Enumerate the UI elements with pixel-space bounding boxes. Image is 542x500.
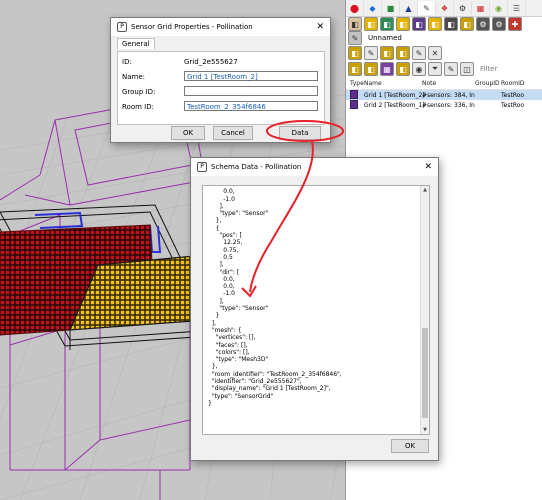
column-header[interactable]: RoomID (501, 80, 539, 87)
room-id-label: Room ID: (122, 103, 154, 111)
plugin-icon[interactable]: ✚ (508, 17, 522, 31)
delete-icon[interactable]: ✕ (428, 46, 442, 60)
column-header[interactable]: GroupID (475, 80, 501, 87)
close-icon[interactable]: ✕ (316, 22, 324, 32)
dialog-title: Schema Data - Pollination (211, 163, 302, 171)
cube-icon[interactable]: ◧ (380, 17, 394, 31)
help-icon[interactable]: ⚙ (454, 1, 472, 15)
funnel-icon[interactable]: ⏷ (428, 62, 442, 76)
tab-general[interactable]: General (117, 38, 155, 49)
id-label: ID: (122, 58, 132, 66)
table-header: Type Name Note GroupID RoomID (346, 78, 542, 90)
group-id-field[interactable] (184, 86, 318, 96)
cube-icon[interactable]: ◧ (396, 46, 410, 60)
cube-icon[interactable]: ◧ (396, 17, 410, 31)
plugin-icon[interactable]: ◉ (490, 1, 508, 15)
row-name: Grid 2 [TestRoom_1] (364, 101, 425, 109)
column-header[interactable]: Type (346, 80, 364, 87)
table-row[interactable]: Grid 1 [TestRoom_2] #sensors: 384, Incl.… (346, 90, 542, 100)
dialog-titlebar[interactable]: P Sensor Grid Properties - Pollination ✕ (111, 18, 330, 36)
edit-icon[interactable]: ✎ (412, 46, 426, 60)
ok-button[interactable]: OK (391, 439, 429, 453)
name-field[interactable]: Grid 1 [TestRoom_2] (184, 71, 318, 81)
properties-icon[interactable]: ■ (382, 1, 400, 15)
general-pane: ID: Grid_2e555627 Name: Grid 1 [TestRoom… (117, 51, 325, 125)
model-name-row: ✎ Unnamed (346, 31, 542, 45)
vertical-scrollbar[interactable]: ▲ ▼ (420, 186, 429, 434)
grid-icon[interactable]: ▦ (380, 62, 394, 76)
cube-icon[interactable]: ◧ (348, 17, 362, 31)
eye-icon[interactable]: ◉ (412, 62, 426, 76)
rhino-icon[interactable]: ⬤ (346, 1, 364, 15)
table-row[interactable]: Grid 2 [TestRoom_1] #sensors: 336, Incl.… (346, 100, 542, 110)
pollination-icon: P (117, 22, 127, 32)
panel-tab-strip: ⬤ ◆ ■ ▲ ✎ ❖ ⚙ ▦ ◉ ☰ (346, 0, 542, 17)
tools-icon[interactable]: ✎ (418, 1, 436, 15)
cube-icon[interactable]: ◧ (380, 46, 394, 60)
column-header[interactable]: Name (364, 80, 422, 87)
gear-icon[interactable]: ⚙ (476, 17, 490, 31)
row-room: TestRoo (501, 101, 525, 109)
display-icon[interactable]: ▲ (400, 1, 418, 15)
cube-icon[interactable]: ◧ (364, 17, 378, 31)
dialog-titlebar[interactable]: P Schema Data - Pollination ✕ (191, 158, 438, 176)
row-note: #sensors: 384, Incl. (422, 91, 475, 99)
edit-icon[interactable]: ✎ (348, 31, 362, 45)
model-name: Unnamed (368, 34, 402, 42)
toolbar-row-1: ◧ ◧ ◧ ◧ ◧ ◧ ◧ ◧ ⚙ ⚙ ✚ (346, 16, 542, 32)
group-id-label: Group ID: (122, 88, 156, 96)
grid-type-icon (350, 100, 358, 109)
row-room: TestRoo (501, 91, 525, 99)
pollination-icon: P (197, 162, 207, 172)
schema-data-dialog: P Schema Data - Pollination ✕ 0.0, 0.0, … (190, 157, 439, 461)
grid-icon[interactable]: ▦ (472, 1, 490, 15)
cube-icon[interactable]: ◧ (460, 17, 474, 31)
ok-button[interactable]: OK (171, 126, 205, 140)
sensor-grid-table: Type Name Note GroupID RoomID Grid 1 [Te… (346, 78, 542, 110)
cube-icon[interactable]: ◫ (460, 62, 474, 76)
data-button[interactable]: Data (279, 126, 321, 140)
id-value: Grid_2e555627 (184, 58, 238, 66)
edit-icon[interactable]: ✎ (444, 62, 458, 76)
scroll-up-icon[interactable]: ▲ (421, 186, 429, 194)
dialog-tabs: General (117, 38, 155, 49)
close-icon[interactable]: ✕ (424, 162, 432, 172)
scroll-down-icon[interactable]: ▼ (421, 426, 429, 434)
cube-icon[interactable]: ◧ (412, 17, 426, 31)
schema-json-textarea[interactable]: 0.0, 0.0, -1.0 ], "type": "Sensor" }, { … (202, 185, 430, 435)
room-id-field[interactable]: TestRoom_2_354f6846 (184, 101, 318, 111)
toolbar-row-3: ◧ ✎ ◧ ◧ ✎ ✕ (346, 45, 542, 61)
cube-icon[interactable]: ◧ (364, 62, 378, 76)
sensor-grid-properties-dialog: P Sensor Grid Properties - Pollination ✕… (110, 17, 331, 143)
column-header[interactable]: Note (422, 80, 475, 87)
cube-icon[interactable]: ◧ (348, 62, 362, 76)
grid-type-icon (350, 90, 358, 99)
cube-icon[interactable]: ◧ (396, 62, 410, 76)
library-icon[interactable]: ❖ (436, 1, 454, 15)
toolbar-row-4: ◧ ◧ ▦ ◧ ◉ ⏷ ✎ ◫ Filter (346, 61, 542, 77)
row-name: Grid 1 [TestRoom_2] (364, 91, 425, 99)
layers-icon[interactable]: ◆ (364, 1, 382, 15)
cancel-button[interactable]: Cancel (213, 126, 253, 140)
gear-icon[interactable]: ⚙ (492, 17, 506, 31)
schema-json-text[interactable]: 0.0, 0.0, -1.0 ], "type": "Sensor" }, { … (203, 186, 342, 407)
settings-icon[interactable]: ☰ (508, 1, 526, 15)
dialog-title: Sensor Grid Properties - Pollination (131, 23, 253, 31)
edit-icon[interactable]: ✎ (364, 46, 378, 60)
filter-input[interactable]: Filter (480, 65, 497, 73)
scroll-thumb[interactable] (422, 328, 428, 418)
row-note: #sensors: 336, Incl. (422, 101, 475, 109)
cube-icon[interactable]: ◧ (428, 17, 442, 31)
cube-icon[interactable]: ◧ (444, 17, 458, 31)
name-label: Name: (122, 73, 146, 81)
cube-icon[interactable]: ◧ (348, 46, 362, 60)
